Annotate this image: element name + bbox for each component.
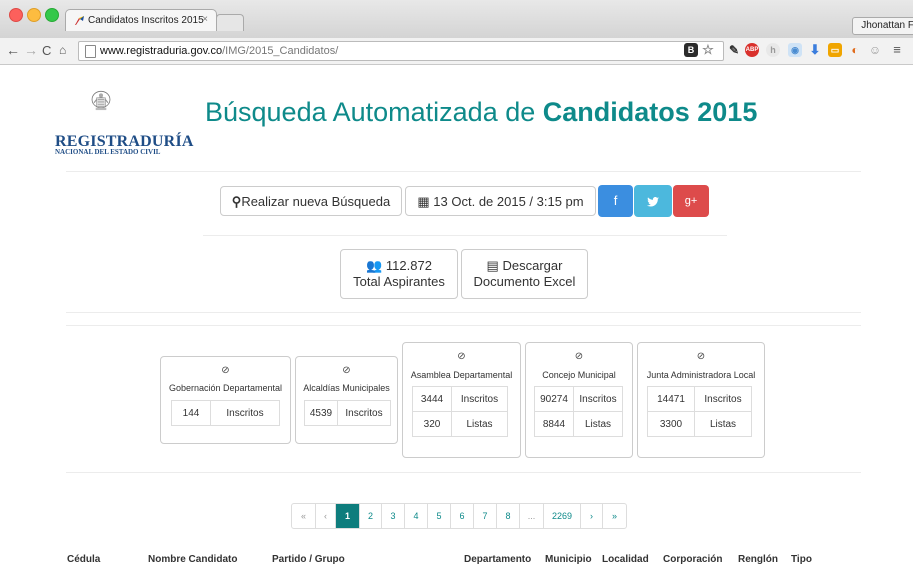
column-localidad[interactable]: Localidad [602,554,649,565]
page-prev[interactable]: ‹ [316,504,336,528]
card-table: 90274 Inscritos 8844 Listas [534,386,623,437]
page-title: Búsqueda Automatizada de Candidatos 2015 [205,97,758,127]
forward-icon[interactable]: → [24,42,38,58]
column-tipo[interactable]: Tipo [791,554,812,565]
star-icon[interactable]: ☆ [701,43,715,57]
facebook-icon: f [613,193,618,208]
tab-close-icon[interactable]: × [202,14,208,25]
page-ellipsis: ... [520,504,544,528]
google-plus-icon: g+ [684,195,698,207]
column-partido[interactable]: Partido / Grupo [272,554,345,565]
browser-tab[interactable]: Candidatos Inscritos 2015 × [65,9,217,31]
total-aspirantes-box: 👥 112.872 Total Aspirantes [340,249,458,299]
card-table: 14471 Inscritos 3300 Listas [647,386,752,437]
new-tab-button[interactable] [216,14,244,31]
page-next[interactable]: › [581,504,603,528]
browser-toolbar: ← → C ⌂ www.registraduria.gov.co/IMG/201… [0,38,913,65]
check-circle-icon: ⊘ [457,351,466,362]
extension-box-icon[interactable]: ▭ [828,43,842,57]
page-3[interactable]: 3 [382,504,405,528]
page-first[interactable]: « [292,504,316,528]
camera-icon[interactable]: ◉ [788,43,802,57]
extension-flame-icon[interactable]: ◐ [848,43,862,57]
divider [66,325,861,326]
card-gobernacion[interactable]: ⊘ Gobernación Departamental 144 Inscritos [160,356,291,444]
column-renglon[interactable]: Renglón [738,554,778,565]
logo-subtitle: NACIONAL DEL ESTADO CIVIL [55,148,161,156]
page-5[interactable]: 5 [428,504,451,528]
page-1[interactable]: 1 [336,504,360,528]
divider [66,312,861,313]
new-search-button[interactable]: ⚲Realizar nueva Búsqueda [220,186,402,216]
page-last-number[interactable]: 2269 [544,504,581,528]
divider [66,472,861,473]
extension-h-icon[interactable]: h [766,43,780,57]
page-4[interactable]: 4 [405,504,428,528]
page-7[interactable]: 7 [474,504,497,528]
page-last[interactable]: » [603,504,626,528]
column-nombre[interactable]: Nombre Candidato [148,554,237,565]
favicon-icon [75,16,84,25]
bookmarks-b-icon[interactable]: B [684,43,698,57]
calendar-icon: ▦ [417,194,430,209]
date-button[interactable]: ▦ 13 Oct. de 2015 / 3:15 pm [405,186,596,216]
page-icon [85,45,96,58]
registraduria-logo [91,90,111,111]
download-excel-button[interactable]: ▤ Descargar Documento Excel [461,249,588,299]
page-content: REGISTRADURÍA NACIONAL DEL ESTADO CIVIL … [0,65,913,565]
page-6[interactable]: 6 [451,504,474,528]
column-cedula[interactable]: Cédula [67,554,100,565]
card-asamblea[interactable]: ⊘ Asamblea Departamental 3444 Inscritos 3… [402,342,521,458]
card-table: 3444 Inscritos 320 Listas [412,386,508,437]
reload-icon[interactable]: C [42,43,51,58]
search-icon: ⚲ [231,194,242,209]
divider [203,235,727,236]
home-icon[interactable]: ⌂ [59,43,66,57]
page-2[interactable]: 2 [360,504,382,528]
check-circle-icon: ⊘ [696,351,706,362]
check-circle-icon: ⊘ [574,351,584,362]
menu-icon[interactable]: ≡ [890,43,904,57]
column-corporacion[interactable]: Corporación [663,554,722,565]
minimize-window-button[interactable] [27,8,41,22]
address-bar[interactable]: www.registraduria.gov.co/IMG/2015_Candid… [78,41,724,61]
back-icon[interactable]: ← [6,42,20,58]
card-junta[interactable]: ⊘ Junta Administradora Local 14471 Inscri… [637,342,765,458]
profile-button[interactable]: Jhonattan F [852,17,913,35]
twitter-share-button[interactable] [634,185,672,217]
facebook-share-button[interactable]: f [598,185,633,217]
check-circle-icon: ⊘ [342,365,351,376]
file-icon: ▤ [486,258,499,273]
pencil-icon[interactable]: ✎ [727,43,741,57]
twitter-icon [647,196,659,207]
maximize-window-button[interactable] [45,8,59,22]
download-arrow-icon[interactable]: ⬇ [808,43,822,57]
divider [66,171,861,172]
card-concejo[interactable]: ⊘ Concejo Municipal 90274 Inscritos 8844 L… [525,342,633,458]
column-municipio[interactable]: Municipio [545,554,592,565]
extension-globe-icon[interactable]: ☺ [868,43,882,57]
page-8[interactable]: 8 [497,504,520,528]
close-window-button[interactable] [9,8,23,22]
adblock-icon[interactable]: ABP [745,43,759,57]
check-circle-icon: ⊘ [221,365,230,376]
tab-title: Candidatos Inscritos 2015 [88,15,204,26]
card-table: 4539 Inscritos [304,400,391,426]
google-plus-share-button[interactable]: g+ [673,185,709,217]
url-text: www.registraduria.gov.co/IMG/2015_Candid… [100,45,339,57]
browser-titlebar: Candidatos Inscritos 2015 × Jhonattan F [0,0,913,39]
card-alcaldias[interactable]: ⊘ Alcaldías Municipales 4539 Inscritos [295,356,398,444]
column-departamento[interactable]: Departamento [464,554,531,565]
pagination: « ‹ 1 2 3 4 5 6 7 8 ... 2269 › » [291,503,627,529]
card-table: 144 Inscritos [171,400,280,426]
users-icon: 👥 [366,258,383,273]
